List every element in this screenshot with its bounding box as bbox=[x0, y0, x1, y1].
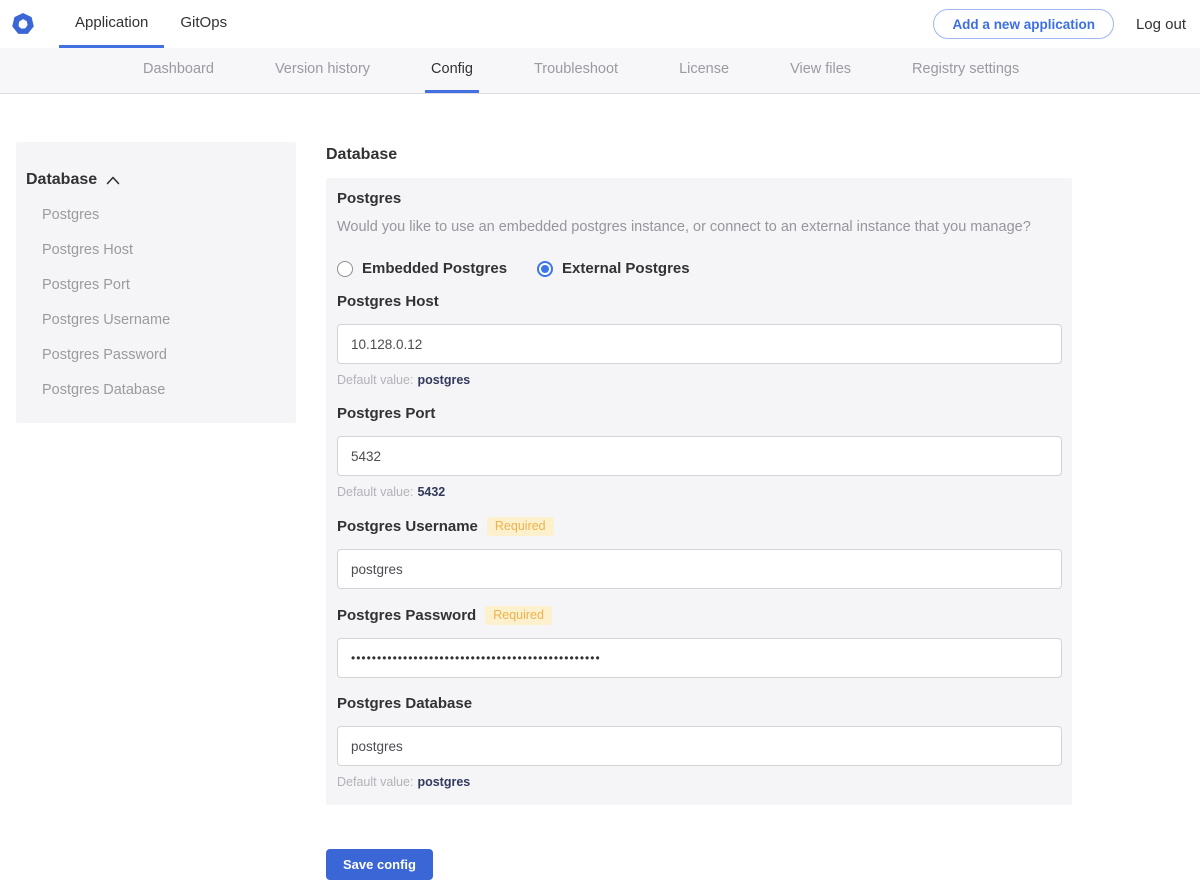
subtab-registry-settings-label: Registry settings bbox=[912, 61, 1020, 77]
config-sidebar: Database Postgres Postgres Host Postgres… bbox=[16, 142, 296, 423]
tab-application[interactable]: Application bbox=[59, 0, 165, 48]
postgres-database-label: Postgres Database bbox=[337, 695, 473, 712]
save-config-button[interactable]: Save config bbox=[326, 849, 433, 880]
subtab-license[interactable]: License bbox=[673, 48, 735, 93]
default-value-label: Default value: bbox=[337, 775, 414, 789]
subtab-view-files-label: View files bbox=[790, 61, 852, 77]
sidebar-item-postgres[interactable]: Postgres bbox=[42, 207, 286, 224]
sidebar-group-database[interactable]: Database bbox=[26, 171, 286, 189]
subtab-license-label: License bbox=[679, 61, 730, 77]
app-logo[interactable] bbox=[12, 0, 34, 48]
postgres-group-label: Postgres bbox=[337, 190, 402, 207]
external-postgres-radio[interactable]: External Postgres bbox=[537, 260, 690, 277]
postgres-host-default: Default value: postgres bbox=[337, 373, 1062, 388]
sidebar-item-postgres-host[interactable]: Postgres Host bbox=[42, 242, 286, 259]
config-content: Database Postgres Postgres Host Postgres… bbox=[0, 94, 1200, 884]
subtab-config[interactable]: Config bbox=[425, 48, 479, 93]
field-postgres-host: Postgres Host Default value:postgres bbox=[337, 293, 1062, 388]
postgres-password-input[interactable] bbox=[337, 638, 1062, 678]
default-value-label: Default value: bbox=[337, 373, 414, 387]
postgres-database-input[interactable] bbox=[337, 726, 1062, 766]
postgres-group-help: Would you like to use an embedded postgr… bbox=[337, 219, 1031, 235]
subtab-dashboard-label: Dashboard bbox=[143, 61, 214, 77]
tab-gitops-label: GitOps bbox=[180, 14, 228, 31]
tab-application-label: Application bbox=[75, 14, 149, 31]
top-nav: Application GitOps Add a new application… bbox=[0, 0, 1200, 48]
required-badge: Required bbox=[486, 517, 554, 536]
app-sub-nav: Dashboard Version history Config Trouble… bbox=[0, 48, 1200, 94]
top-nav-right: Add a new application Log out bbox=[933, 0, 1186, 48]
postgres-username-label: Postgres Username bbox=[337, 517, 478, 535]
embedded-postgres-radio[interactable]: Embedded Postgres bbox=[337, 260, 507, 277]
postgres-port-default: Default value: 5432 bbox=[337, 485, 1062, 500]
save-row: Save config bbox=[326, 849, 1072, 880]
logout-link[interactable]: Log out bbox=[1136, 16, 1186, 33]
subtab-dashboard[interactable]: Dashboard bbox=[137, 48, 220, 93]
external-postgres-radio-label: External Postgres bbox=[562, 260, 690, 277]
subtab-troubleshoot[interactable]: Troubleshoot bbox=[528, 48, 624, 93]
default-value-text: postgres bbox=[417, 373, 471, 387]
subtab-version-history[interactable]: Version history bbox=[269, 48, 376, 93]
database-config-card: Postgres Would you like to use an embedd… bbox=[326, 178, 1072, 805]
postgres-host-input[interactable] bbox=[337, 324, 1062, 364]
radio-checked-icon[interactable] bbox=[537, 260, 554, 277]
postgres-mode-radio-group: Embedded Postgres External Postgres bbox=[337, 260, 1062, 277]
subtab-registry-settings[interactable]: Registry settings bbox=[906, 48, 1025, 93]
radio-unchecked-icon[interactable] bbox=[337, 260, 353, 277]
required-badge: Required bbox=[485, 606, 552, 625]
field-postgres-database: Postgres Database Default value:postgres bbox=[337, 695, 1062, 790]
field-postgres-port: Postgres Port Default value:5432 bbox=[337, 405, 1062, 500]
sidebar-group-database-label: Database bbox=[26, 171, 98, 188]
page-title: Database bbox=[326, 146, 398, 163]
sidebar-item-list: Postgres Postgres Host Postgres Port Pos… bbox=[42, 207, 286, 399]
sidebar-item-postgres-port[interactable]: Postgres Port bbox=[42, 277, 286, 294]
sidebar-item-postgres-username[interactable]: Postgres Username bbox=[42, 312, 286, 329]
add-new-application-button[interactable]: Add a new application bbox=[933, 9, 1114, 39]
field-postgres-password: Postgres Password Required bbox=[337, 606, 1062, 678]
logo-icon bbox=[12, 13, 34, 34]
postgres-password-label: Postgres Password bbox=[337, 606, 477, 624]
postgres-database-default: Default value: postgres bbox=[337, 775, 1062, 790]
sidebar-item-postgres-password[interactable]: Postgres Password bbox=[42, 347, 286, 364]
postgres-host-label: Postgres Host bbox=[337, 293, 439, 310]
chevron-up-icon bbox=[106, 176, 120, 184]
subtab-version-history-label: Version history bbox=[274, 61, 371, 77]
postgres-username-input[interactable] bbox=[337, 549, 1062, 589]
postgres-port-label: Postgres Port bbox=[337, 405, 436, 422]
default-value-text: postgres bbox=[417, 775, 471, 789]
default-value-text: 5432 bbox=[417, 485, 446, 499]
top-tabs: Application GitOps bbox=[59, 0, 243, 48]
embedded-postgres-radio-label: Embedded Postgres bbox=[362, 260, 508, 277]
field-postgres-username: Postgres Username Required bbox=[337, 517, 1062, 589]
sidebar-item-postgres-database[interactable]: Postgres Database bbox=[42, 382, 286, 399]
postgres-port-input[interactable] bbox=[337, 436, 1062, 476]
subtab-view-files[interactable]: View files bbox=[784, 48, 857, 93]
default-value-label: Default value: bbox=[337, 485, 414, 499]
subtab-troubleshoot-label: Troubleshoot bbox=[533, 61, 619, 77]
subtab-config-label: Config bbox=[431, 61, 473, 77]
config-main: Database Postgres Would you like to use … bbox=[326, 145, 1072, 880]
tab-gitops[interactable]: GitOps bbox=[164, 0, 243, 48]
